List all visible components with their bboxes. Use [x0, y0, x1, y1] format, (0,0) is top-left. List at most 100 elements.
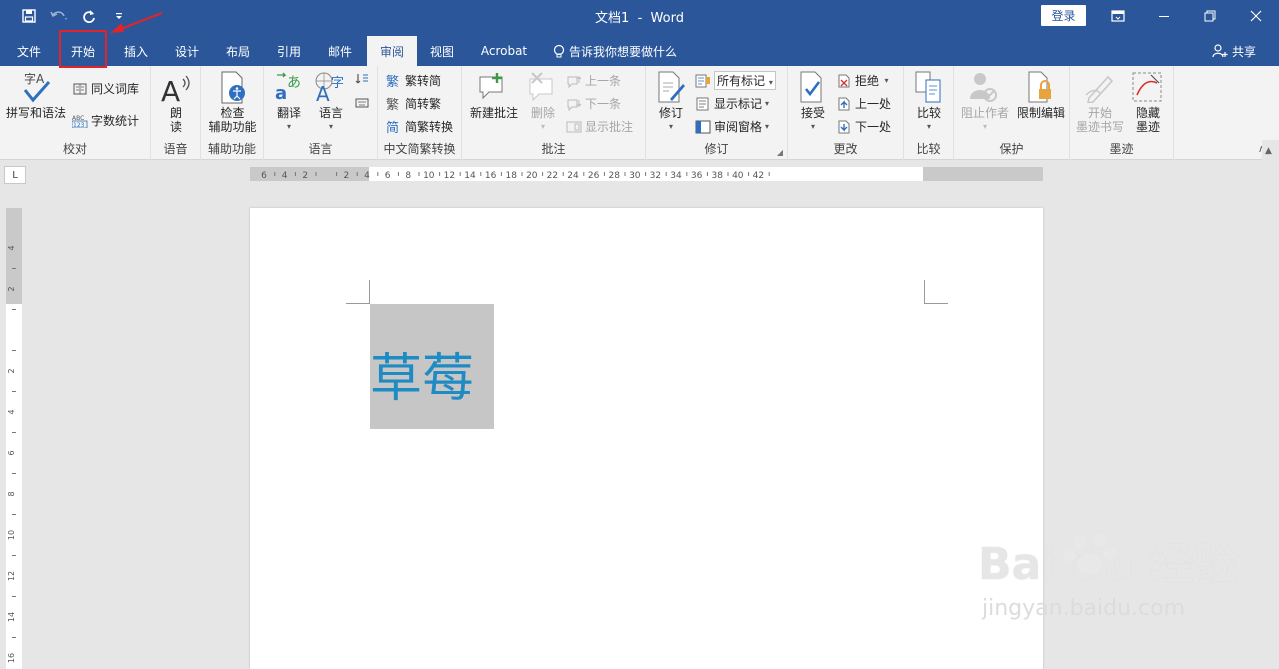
accept-button[interactable]: 接受 ▾: [792, 106, 834, 134]
tab-design[interactable]: 设计: [165, 36, 209, 66]
tracking-options-launcher-icon[interactable]: ◢: [777, 148, 783, 157]
compare-button[interactable]: 比较 ▾: [904, 106, 954, 134]
compare-dropdown-icon: ▾: [926, 122, 931, 131]
ruler-tick-label: 42: [753, 171, 764, 181]
show-markup-label: 显示标记: [714, 97, 763, 111]
read-aloud-button[interactable]: 朗 读: [151, 106, 201, 134]
title-bar: 文档1 - Word 登录: [0, 0, 1279, 32]
to-simplified-label: 繁转简: [405, 74, 442, 88]
language-button[interactable]: 语言 ▾: [310, 106, 352, 134]
tab-review[interactable]: 审阅: [367, 36, 417, 66]
read-aloud-label-1: 朗: [169, 106, 182, 120]
ruler-tick-label: 2: [7, 286, 16, 291]
accept-label: 接受: [800, 106, 825, 120]
tell-me-search[interactable]: 告诉我你想要做什么: [553, 36, 677, 66]
reject-button[interactable]: 拒绝 ▾: [836, 72, 889, 89]
previous-change-icon: [836, 97, 852, 111]
next-comment-icon: [566, 97, 582, 111]
svg-text:繁: 繁: [386, 97, 399, 111]
spelling-grammar-button[interactable]: 拼写和语法: [4, 106, 68, 120]
previous-change-button[interactable]: 上一处: [836, 95, 891, 112]
vertical-scrollbar[interactable]: ▲: [1262, 140, 1279, 669]
close-icon[interactable]: [1233, 0, 1279, 32]
tab-view[interactable]: 视图: [420, 36, 464, 66]
ribbon-display-options-icon[interactable]: [1095, 0, 1141, 32]
ruler-tick-label: 12: [7, 571, 16, 581]
keyboard-icon: [354, 96, 370, 110]
markup-dropdown[interactable]: 所有标记 ▾: [695, 71, 776, 90]
annotation-arrow-icon: [110, 11, 163, 33]
tab-file[interactable]: 文件: [8, 36, 50, 66]
tab-home[interactable]: 开始: [60, 36, 106, 66]
tab-selector[interactable]: L: [4, 166, 26, 184]
watermark-url: jingyan.baidu.com: [982, 596, 1186, 621]
vertical-ruler[interactable]: 4 2 2 4 6 8 10 12 14 16: [6, 208, 22, 669]
ruler-tick-label: 12: [444, 171, 455, 181]
ruler-tick-label: 4: [364, 171, 370, 181]
spelling-grammar-icon: 字A: [20, 70, 54, 104]
hide-ink-button[interactable]: 隐藏 墨迹: [1128, 106, 1168, 134]
ruler-tick-label: 36: [691, 171, 703, 181]
group-language: aあ 翻译 ▾ A字 语言 ▾ 语言: [264, 66, 378, 160]
next-comment-button[interactable]: 下一条: [566, 95, 621, 112]
scroll-up-icon[interactable]: ▲: [1265, 146, 1272, 156]
ruler-tick-label: 6: [261, 171, 267, 181]
reject-label: 拒绝: [855, 74, 880, 88]
tab-layout[interactable]: 布局: [216, 36, 260, 66]
next-change-button[interactable]: 下一处: [836, 118, 891, 135]
document-text[interactable]: 草莓: [370, 336, 474, 411]
paw-logo-icon: [1064, 533, 1116, 574]
to-simplified-button[interactable]: 繁 繁转简: [386, 72, 441, 89]
share-button[interactable]: 共享: [1212, 36, 1256, 66]
previous-comment-label: 上一条: [585, 74, 622, 88]
chinese-convert-button[interactable]: 简 简繁转换: [386, 118, 453, 135]
tab-acrobat[interactable]: Acrobat: [472, 36, 536, 66]
previous-comment-button[interactable]: 上一条: [566, 72, 621, 89]
language-label: 语言: [318, 106, 343, 120]
language-small-button-2[interactable]: [354, 96, 370, 110]
group-label-ink: 墨迹: [1109, 142, 1134, 156]
group-label-compare: 比较: [916, 142, 941, 156]
to-traditional-label: 简转繁: [405, 97, 442, 111]
group-protect: 阻止作者 ▾ 限制编辑 保护: [954, 66, 1070, 160]
start-inking-button[interactable]: 开始 墨迹书写: [1072, 106, 1128, 134]
language-dropdown-icon: ▾: [328, 122, 333, 131]
block-authors-dropdown-icon: ▾: [982, 122, 987, 131]
thesaurus-label: 同义词库: [91, 82, 140, 96]
tell-me-label: 告诉我你想要做什么: [569, 44, 678, 59]
ruler-tick-label: 14: [464, 171, 476, 181]
group-comments: 新建批注 删除 ▾ 上一条 下一条 显示批注 批注: [462, 66, 646, 160]
translate-button[interactable]: 翻译 ▾: [268, 106, 310, 134]
reviewing-pane-button[interactable]: 审阅窗格 ▾: [695, 118, 769, 135]
check-accessibility-button[interactable]: 检查 辅助功能: [201, 106, 264, 134]
track-changes-button[interactable]: 修订 ▾: [650, 106, 692, 134]
restrict-editing-button[interactable]: 限制编辑: [1010, 106, 1072, 120]
login-button[interactable]: 登录: [1041, 5, 1086, 26]
tab-mailings[interactable]: 邮件: [318, 36, 362, 66]
restore-icon[interactable]: [1187, 0, 1233, 32]
tab-insert[interactable]: 插入: [114, 36, 158, 66]
document-page[interactable]: [250, 208, 1043, 669]
accessibility-checker-icon: [216, 71, 250, 105]
reviewing-pane-dropdown-icon: ▾: [765, 122, 770, 131]
thesaurus-button[interactable]: 同义词库: [72, 80, 139, 97]
delete-comment-button[interactable]: 删除 ▾: [524, 106, 562, 134]
new-comment-button[interactable]: 新建批注: [464, 106, 524, 120]
ribbon-review: 字A 拼写和语法 同义词库 ABC 123 字数统计 校对 A 朗 读 语音 检查…: [0, 66, 1279, 160]
language-small-button-1[interactable]: [354, 72, 370, 86]
tab-references[interactable]: 引用: [267, 36, 311, 66]
to-traditional-button[interactable]: 繁 简转繁: [386, 95, 441, 112]
delete-comment-icon: [526, 71, 560, 103]
markup-select[interactable]: 所有标记 ▾: [714, 71, 776, 90]
crop-mark-top-left-h: [346, 303, 370, 304]
restrict-editing-icon: [1024, 71, 1058, 103]
show-comments-button[interactable]: 显示批注: [566, 118, 633, 135]
show-markup-button[interactable]: 显示标记 ▾: [695, 95, 769, 112]
person-add-icon: [1212, 44, 1228, 58]
block-authors-label: 阻止作者: [960, 106, 1009, 120]
block-authors-button[interactable]: 阻止作者 ▾: [956, 106, 1014, 134]
word-count-button[interactable]: ABC 123 字数统计: [72, 112, 139, 129]
minimize-icon[interactable]: [1141, 0, 1187, 32]
horizontal-ruler[interactable]: 6 4 2 2 4 6 8 10 12 14 16 18 20 22 24 26 28 30 32 34 36 38 40 4…: [250, 167, 1043, 181]
compare-icon: [912, 71, 946, 103]
